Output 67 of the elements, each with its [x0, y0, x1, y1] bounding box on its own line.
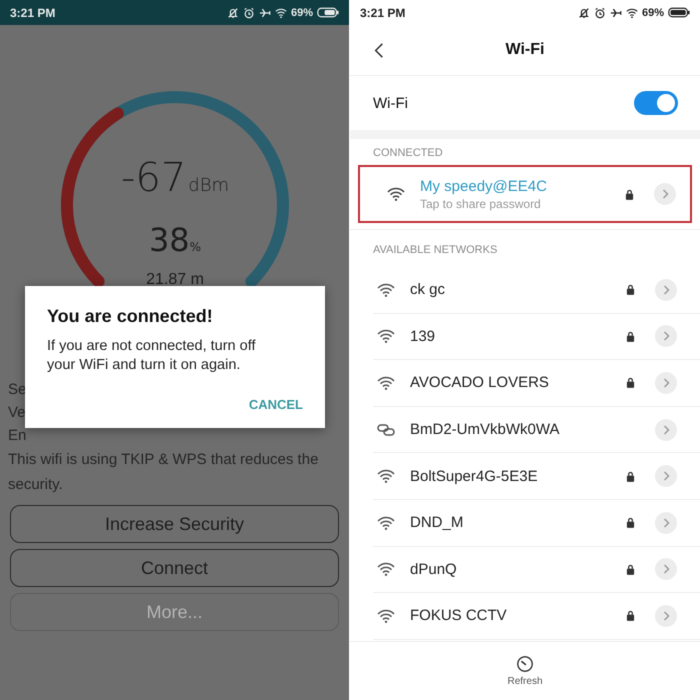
battery-percent: 69%	[290, 6, 313, 18]
security-warning: This wifi is using TKIP & WPS that reduces the security.	[8, 450, 320, 495]
battery-icon	[668, 7, 690, 18]
network-row[interactable]: BoltSuper4G-5E3E	[373, 453, 700, 500]
network-name: BmD2-UmVkbWk0WA	[410, 421, 560, 438]
status-time: 3:21 PM	[10, 6, 56, 20]
chevron-icon[interactable]	[654, 183, 676, 205]
network-name: dPunQ	[410, 560, 458, 578]
wifi-signal-icon	[377, 608, 395, 623]
network-row[interactable]: ck gc	[373, 267, 700, 314]
wifi-label: Wi-Fi	[373, 94, 408, 112]
network-row[interactable]: dPunQ	[373, 546, 700, 594]
section-header: AVAILABLE NETWORKS	[350, 229, 700, 267]
wifi-signal-icon	[377, 329, 395, 344]
airplane-icon	[258, 6, 271, 18]
chevron-icon[interactable]	[655, 512, 677, 534]
detail-text: Ve	[8, 403, 26, 423]
signal-reading: -67 dBm	[120, 155, 230, 201]
back-icon[interactable]	[374, 42, 384, 58]
muted-bell-icon	[578, 6, 590, 18]
wifi-signal-icon	[377, 516, 395, 530]
alarm-clock-icon	[594, 6, 606, 18]
section-header: CONNECTED	[372, 146, 444, 161]
battery-percent: 69%	[642, 6, 664, 18]
percent-reading: 38%	[148, 221, 202, 259]
link-icon	[377, 422, 395, 437]
network-name: My speedy@EE4C	[420, 178, 548, 194]
dialog-message: If you are not connected, turn off your WiFi and turn it on again.	[47, 337, 257, 375]
wifi-signal-icon	[387, 187, 405, 201]
network-subtitle: Tap to share password	[420, 196, 542, 210]
chevron-icon[interactable]	[655, 372, 677, 394]
network-row[interactable]: DND_M	[373, 500, 700, 547]
refresh-button[interactable]: Refresh	[501, 654, 548, 688]
network-row[interactable]: BmD2-UmVkbWk0WA	[373, 406, 700, 454]
distance-reading: 21.87 m	[146, 271, 204, 288]
status-time: 3:21 PM	[360, 6, 406, 20]
battery-icon	[317, 7, 339, 18]
network-name: BoltSuper4G-5E3E	[410, 468, 539, 485]
network-name: ck gc	[410, 281, 446, 298]
network-row[interactable]: AVOCADO LOVERS	[373, 360, 700, 407]
wifi-toggle[interactable]	[634, 91, 678, 115]
page-title: Wi-Fi	[506, 41, 544, 59]
network-name: AVOCADO LOVERS	[410, 374, 550, 392]
airplane-icon	[610, 6, 622, 18]
wifi-icon	[274, 6, 287, 18]
chevron-icon[interactable]	[655, 278, 677, 301]
chevron-icon[interactable]	[655, 465, 677, 488]
network-name: FOKUS CCTV	[410, 607, 508, 624]
wifi-signal-icon	[377, 562, 395, 576]
chevron-icon[interactable]	[655, 604, 677, 627]
chevron-icon[interactable]	[655, 325, 677, 348]
alarm-clock-icon	[242, 6, 255, 18]
wifi-signal-icon	[377, 469, 395, 484]
wifi-signal-icon	[377, 376, 395, 390]
detail-text: Se	[8, 380, 26, 400]
chevron-icon[interactable]	[655, 558, 677, 580]
network-row[interactable]: FOKUS CCTV	[373, 593, 700, 640]
dial-icon	[516, 655, 534, 673]
chevron-icon[interactable]	[655, 418, 677, 441]
network-row[interactable]: 139	[373, 314, 700, 360]
wifi-icon	[626, 6, 638, 18]
wifi-signal-icon	[377, 282, 395, 297]
network-name: 139	[410, 328, 436, 345]
network-name: DND_M	[410, 514, 464, 532]
detail-text: En	[8, 426, 26, 446]
dialog-title: You are connected!	[47, 306, 214, 327]
muted-bell-icon	[226, 6, 239, 18]
